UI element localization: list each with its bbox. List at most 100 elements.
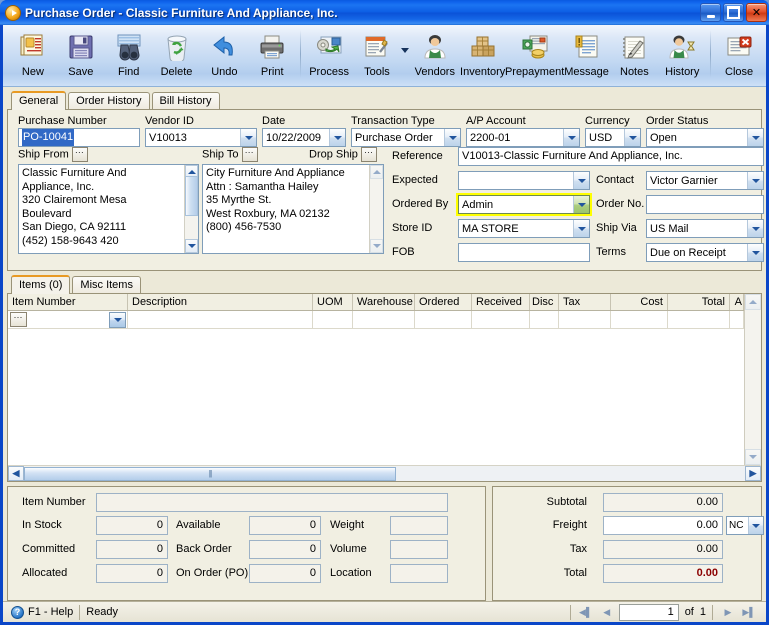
grid-cell-ordered[interactable]: [415, 311, 472, 328]
last-record-button[interactable]: ▶▌: [740, 604, 758, 621]
freight-tax-code-select[interactable]: NC: [726, 516, 764, 535]
grid-vertical-scrollbar[interactable]: [744, 294, 761, 465]
grid-col-received[interactable]: Received: [472, 294, 530, 310]
ship-to-address[interactable]: City Furniture And Appliance Attn : Sama…: [202, 164, 384, 254]
tab-order-history[interactable]: Order History: [68, 92, 150, 110]
chevron-down-icon[interactable]: [573, 196, 589, 213]
grid-cell-a[interactable]: [730, 311, 744, 328]
close-button[interactable]: ✕: [746, 3, 767, 22]
record-number-input[interactable]: 1: [618, 603, 679, 621]
scroll-down-button[interactable]: [185, 239, 198, 253]
ship-via-select[interactable]: US Mail: [646, 219, 764, 238]
toolbar-button-tools[interactable]: Tools: [353, 28, 401, 84]
tab-misc-items[interactable]: Misc Items: [72, 276, 141, 294]
grid-horizontal-scrollbar[interactable]: ◀ ||| ▶: [8, 465, 761, 481]
chevron-down-icon[interactable]: [747, 172, 763, 189]
chevron-down-icon[interactable]: [748, 517, 763, 534]
tools-dropdown-arrow-icon[interactable]: [400, 47, 409, 53]
tab-items[interactable]: Items (0): [11, 275, 71, 294]
grid-cell-received[interactable]: [472, 311, 530, 328]
toolbar-button-notes[interactable]: Notes: [610, 28, 658, 84]
grid-cell-tax[interactable]: [559, 311, 611, 328]
vendor-id-select[interactable]: V10013: [145, 128, 257, 147]
toolbar-button-message[interactable]: Message: [563, 28, 611, 84]
chevron-down-icon[interactable]: [573, 172, 589, 189]
item-lookup-button[interactable]: ⋯: [10, 312, 27, 327]
ship-to-scrollbar[interactable]: [369, 165, 383, 253]
hscroll-left-button[interactable]: ◀: [8, 466, 24, 481]
toolbar-button-inventory[interactable]: Inventory: [459, 28, 507, 84]
minimize-button[interactable]: [700, 3, 721, 22]
grid-col-description[interactable]: Description: [128, 294, 313, 310]
hscroll-track[interactable]: [396, 466, 745, 481]
scroll-thumb[interactable]: [185, 176, 198, 216]
grid-cell-uom[interactable]: [313, 311, 353, 328]
order-status-select[interactable]: Open: [646, 128, 764, 147]
maximize-button[interactable]: [723, 3, 744, 22]
grid-cell-total[interactable]: [668, 311, 730, 328]
chevron-down-icon[interactable]: [109, 311, 126, 328]
grid-col-cost[interactable]: Cost: [611, 294, 668, 310]
ap-account-select[interactable]: 2200-01: [466, 128, 580, 147]
chevron-down-icon[interactable]: [573, 220, 589, 237]
drop-ship-lookup-button[interactable]: ⋯: [360, 147, 377, 162]
hscroll-right-button[interactable]: ▶: [745, 466, 761, 481]
grid-col-disc[interactable]: Disc: [530, 294, 559, 310]
freight-value[interactable]: 0.00: [603, 516, 723, 535]
toolbar-button-print[interactable]: Print: [248, 28, 296, 84]
ship-from-scrollbar[interactable]: [184, 165, 198, 253]
chevron-down-icon[interactable]: [624, 129, 640, 146]
chevron-down-icon[interactable]: [747, 220, 763, 237]
toolbar-button-prepayment[interactable]: Prepayment: [505, 28, 564, 84]
first-record-button[interactable]: ◀▌: [577, 604, 595, 621]
scroll-up-button[interactable]: [370, 165, 383, 179]
purchase-number-input[interactable]: PO-10041: [18, 128, 140, 147]
toolbar-button-undo[interactable]: Undo: [200, 28, 248, 84]
grid-cell-disc[interactable]: [530, 311, 559, 328]
grid-cell-warehouse[interactable]: [353, 311, 415, 328]
grid-col-uom[interactable]: UOM: [313, 294, 353, 310]
toolbar-button-save[interactable]: Save: [57, 28, 105, 84]
grid-col-warehouse[interactable]: Warehouse: [353, 294, 415, 310]
grid-col-tax[interactable]: Tax: [559, 294, 611, 310]
calendar-chevron-down-icon[interactable]: [329, 129, 345, 146]
grid-col-ordered[interactable]: Ordered: [415, 294, 472, 310]
previous-record-button[interactable]: ◀: [598, 604, 616, 621]
grid-col-item-number[interactable]: Item Number: [8, 294, 128, 310]
hscroll-thumb[interactable]: |||: [24, 466, 396, 481]
date-picker[interactable]: 10/22/2009: [262, 128, 346, 147]
line-items-grid[interactable]: Item Number Description UOM Warehouse Or…: [7, 293, 762, 482]
grid-scroll-down-button[interactable]: [745, 449, 761, 465]
table-row[interactable]: ⋯: [8, 311, 744, 329]
toolbar-button-close[interactable]: Close: [715, 28, 763, 84]
toolbar-button-find[interactable]: Find: [105, 28, 153, 84]
fob-input[interactable]: [458, 243, 590, 262]
next-record-button[interactable]: ▶: [719, 604, 737, 621]
grid-col-a[interactable]: A: [730, 294, 744, 310]
grid-cell-item-number[interactable]: ⋯: [8, 311, 128, 328]
order-no-input[interactable]: [646, 195, 764, 214]
grid-cell-cost[interactable]: [611, 311, 668, 328]
ship-from-address[interactable]: Classic Furniture And Appliance, Inc. 32…: [18, 164, 199, 254]
scroll-down-button[interactable]: [370, 239, 383, 253]
chevron-down-icon[interactable]: [747, 129, 763, 146]
help-cell[interactable]: ? F1 - Help: [5, 604, 79, 621]
toolbar-button-vendors[interactable]: Vendors: [411, 28, 459, 84]
toolbar-button-process[interactable]: Process: [305, 28, 353, 84]
contact-select[interactable]: Victor Garnier: [646, 171, 764, 190]
grid-scroll-up-button[interactable]: [745, 294, 761, 310]
ordered-by-select[interactable]: Admin: [458, 195, 590, 214]
chevron-down-icon[interactable]: [240, 129, 256, 146]
toolbar-button-history[interactable]: History: [658, 28, 706, 84]
toolbar-button-new[interactable]: New: [9, 28, 57, 84]
ship-to-lookup-button[interactable]: ⋯: [241, 147, 258, 162]
grid-col-total[interactable]: Total: [668, 294, 730, 310]
chevron-down-icon[interactable]: [444, 129, 460, 146]
transaction-type-select[interactable]: Purchase Order: [351, 128, 461, 147]
tab-bill-history[interactable]: Bill History: [151, 92, 220, 110]
chevron-down-icon[interactable]: [747, 244, 763, 261]
reference-input[interactable]: V10013-Classic Furniture And Appliance, …: [458, 147, 764, 166]
terms-select[interactable]: Due on Receipt: [646, 243, 764, 262]
grid-cell-description[interactable]: [128, 311, 313, 328]
currency-select[interactable]: USD: [585, 128, 641, 147]
